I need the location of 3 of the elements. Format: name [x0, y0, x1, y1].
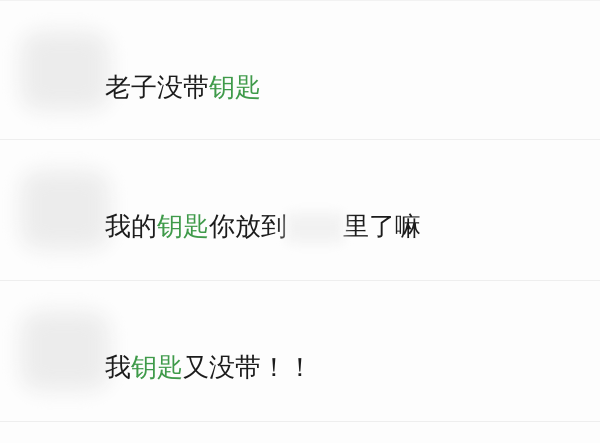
message-text: 我的钥匙你放到 里了嘛 — [105, 212, 421, 244]
message-text: 老子没带钥匙 — [105, 73, 261, 104]
message-text: 我钥匙又没带！！ — [105, 353, 313, 384]
